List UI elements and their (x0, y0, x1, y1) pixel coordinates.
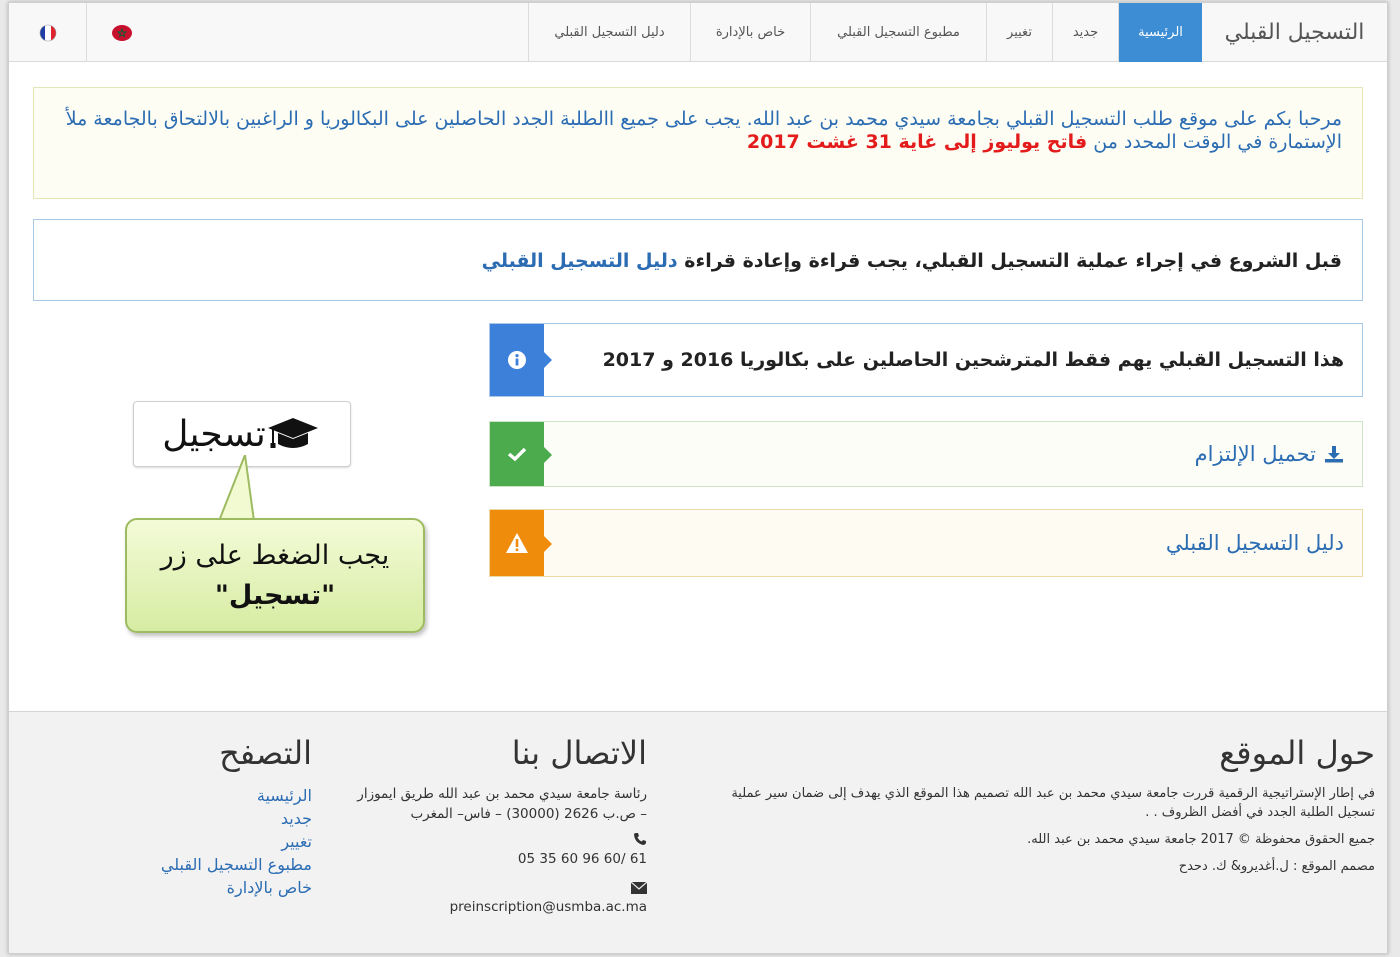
footer-contact-title: الاتصال بنا (511, 734, 647, 772)
registration-period: فاتح يوليوز إلى غاية 31 غشت 2017 (746, 131, 1088, 153)
footer-link-change[interactable]: تغيير (12, 830, 312, 853)
graduation-cap-icon (267, 418, 318, 448)
footer-browse-title: التصفح (219, 734, 312, 772)
eligibility-text: هذا التسجيل القبلي يهم فقط المترشحين الح… (602, 349, 1344, 371)
footer-email[interactable]: preinscription@usmba.ac.ma (347, 897, 647, 917)
info-icon-cell (490, 324, 552, 396)
callout-line-2: "تسجيل" (214, 580, 336, 611)
footer-address: رئاسة جامعة سيدي محمد بن عبد الله طريق ا… (357, 786, 647, 822)
footer-link-admin[interactable]: خاص بالإدارة (12, 876, 312, 899)
register-button-label: تسجيل (162, 413, 266, 455)
guide-notice: قبل الشروع في إجراء عملية التسجيل القبلي… (33, 219, 1363, 301)
browser-page: التسجيل القبلي الرئيسية جديد تغيير مطبوع… (8, 2, 1388, 954)
welcome-text: مرحبا بكم على موقع طلب التسجيل القبلي بج… (65, 108, 1342, 153)
envelope-icon-wrap (347, 881, 648, 897)
site-footer: حول الموقع في إطار الإستراتيجية الرقمية … (9, 711, 1387, 953)
check-icon (507, 447, 527, 462)
nav-admin[interactable]: خاص بالإدارة (690, 3, 810, 62)
eligibility-info-box: هذا التسجيل القبلي يهم فقط المترشحين الح… (489, 323, 1363, 397)
nav-guide[interactable]: دليل التسجيل القبلي (528, 3, 690, 62)
footer-email-address[interactable]: preinscription@usmba.ac.ma (450, 897, 647, 917)
callout-pointer (217, 455, 257, 525)
nav-print[interactable]: مطبوع التسجيل القبلي (810, 3, 986, 62)
footer-about-title: حول الموقع (1219, 734, 1375, 772)
download-icon (1325, 446, 1343, 463)
footer-link-new[interactable]: جديد (12, 807, 312, 830)
download-commitment-box: تحميل الإلتزام (489, 421, 1363, 487)
footer-contact: الاتصال بنا رئاسة جامعة سيدي محمد بن عبد… (347, 712, 648, 917)
registration-guide-link[interactable]: دليل التسجيل القبلي (1166, 510, 1344, 576)
welcome-alert: مرحبا بكم على موقع طلب التسجيل القبلي بج… (33, 87, 1363, 199)
footer-link-home[interactable]: الرئيسية (12, 784, 312, 807)
warning-icon (506, 533, 528, 553)
envelope-icon (630, 881, 648, 894)
footer-designer: مصمم الموقع : ل.أغديرو& ك. دحدح (1178, 859, 1375, 874)
nav-new[interactable]: جديد (1052, 3, 1118, 62)
check-icon-cell (490, 422, 552, 486)
guide-notice-link[interactable]: دليل التسجيل القبلي (482, 250, 678, 272)
guide-notice-text: قبل الشروع في إجراء عملية التسجيل القبلي… (677, 250, 1342, 272)
download-commitment-link[interactable]: تحميل الإلتزام (1195, 422, 1344, 486)
france-flag-icon (39, 24, 56, 41)
site-brand[interactable]: التسجيل القبلي (1202, 3, 1387, 62)
registration-guide-box: دليل التسجيل القبلي (489, 509, 1363, 577)
footer-phone: 05 35 60 96 60/ 61 (347, 849, 647, 869)
footer-phone-number: 05 35 60 96 60/ 61 (517, 851, 647, 867)
nav-change[interactable]: تغيير (986, 3, 1052, 62)
footer-copyright: جميع الحقوق محفوظة © 2017 جامعة سيدي محم… (1027, 832, 1375, 847)
footer-about: حول الموقع في إطار الإستراتيجية الرقمية … (695, 712, 1375, 884)
footer-browse: التصفح الرئيسية جديد تغيير مطبوع التسجيل… (12, 712, 312, 899)
download-commitment-label: تحميل الإلتزام (1194, 442, 1316, 466)
footer-about-text: في إطار الإستراتيجية الرقمية قررت جامعة … (731, 786, 1375, 820)
phone-icon-wrap (347, 832, 647, 849)
footer-link-print[interactable]: مطبوع التسجيل القبلي (12, 853, 312, 876)
top-navbar: التسجيل القبلي الرئيسية جديد تغيير مطبوع… (9, 3, 1387, 62)
phone-icon (634, 833, 646, 845)
info-icon (508, 351, 526, 369)
callout-line-1: يجب الضغط على زر (160, 540, 390, 571)
french-language-button[interactable] (9, 3, 87, 62)
warning-icon-cell (490, 510, 552, 576)
nav-home[interactable]: الرئيسية (1118, 3, 1202, 62)
morocco-flag-icon (112, 24, 132, 41)
arabic-language-button[interactable] (87, 3, 157, 62)
instruction-callout: يجب الضغط على زر "تسجيل" (125, 518, 425, 633)
